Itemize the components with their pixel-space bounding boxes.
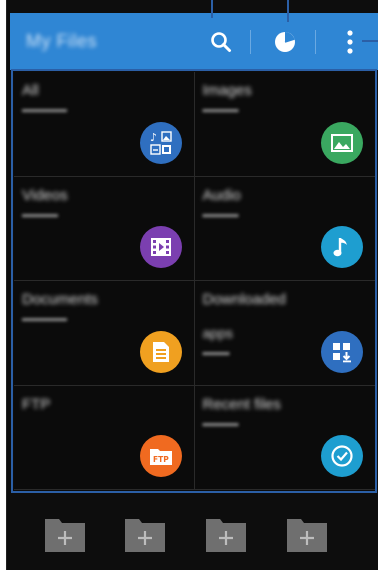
category-recent-files[interactable]: Recent files ▬▬▬▬ [194,385,375,490]
add-folder-icon [287,519,327,552]
clock-icon [321,435,363,477]
add-folder-icon [125,519,165,552]
add-shortcut-folder-button[interactable] [287,515,327,552]
callout-line [362,40,378,42]
action-bar: My Files [10,13,378,70]
category-all[interactable]: All ▬▬▬▬▬ ♪ [14,72,195,177]
category-size: ▬▬▬▬ [22,208,58,219]
category-title: Images [202,82,252,99]
image-icon [321,121,363,164]
callout-line [211,0,213,18]
app-title: My Files [26,31,97,51]
more-options-button[interactable] [335,27,365,57]
search-icon [211,32,231,52]
category-size: ▬▬▬▬▬ [22,313,67,323]
divider [250,30,251,54]
more-vert-icon [347,30,353,54]
device-edge [0,0,7,570]
add-folder-icon [45,519,85,552]
category-downloaded-apps[interactable]: Downloaded apps ▬▬▬ [194,281,375,386]
category-title: Recent files [202,395,281,413]
category-title-line2: apps [202,325,233,341]
document-icon [139,330,182,373]
category-images[interactable]: Images ▬▬▬▬ [194,72,375,177]
callout-line [287,0,289,22]
category-size: ▬▬▬▬ [202,417,239,428]
category-title: FTP [22,395,51,413]
svg-text:♪: ♪ [150,131,157,144]
category-size: ▬▬▬ [202,347,230,357]
category-title: Downloaded [202,291,286,308]
pie-chart-icon [275,32,295,52]
add-shortcut-folder-button[interactable] [45,515,85,552]
category-size: ▬▬▬▬ [202,104,239,114]
music-icon [321,226,363,268]
category-grid: All ▬▬▬▬▬ ♪ Images ▬▬▬▬ Videos ▬▬▬▬ Audi… [14,72,375,490]
add-shortcut-folder-button[interactable] [125,515,165,552]
svg-text:FTP: FTP [153,455,169,464]
all-files-icon: ♪ [139,121,182,164]
divider [315,30,316,54]
category-title: Documents [22,291,98,308]
category-videos[interactable]: Videos ▬▬▬▬ [14,176,195,281]
video-icon [139,226,182,268]
storage-usage-button[interactable] [270,27,300,57]
category-size: ▬▬▬▬ [202,208,239,219]
category-title: Audio [202,186,241,204]
add-folder-icon [206,519,246,552]
category-title: Videos [22,186,68,204]
download-icon [321,330,363,373]
add-shortcut-folder-button[interactable] [206,515,246,552]
category-audio[interactable]: Audio ▬▬▬▬ [194,176,375,281]
search-button[interactable] [206,27,236,57]
category-title: All [22,82,39,99]
category-documents[interactable]: Documents ▬▬▬▬▬ [14,281,195,386]
category-ftp[interactable]: FTP FTP [14,385,195,490]
ftp-icon: FTP [139,435,182,477]
category-size: ▬▬▬▬▬ [22,104,67,114]
